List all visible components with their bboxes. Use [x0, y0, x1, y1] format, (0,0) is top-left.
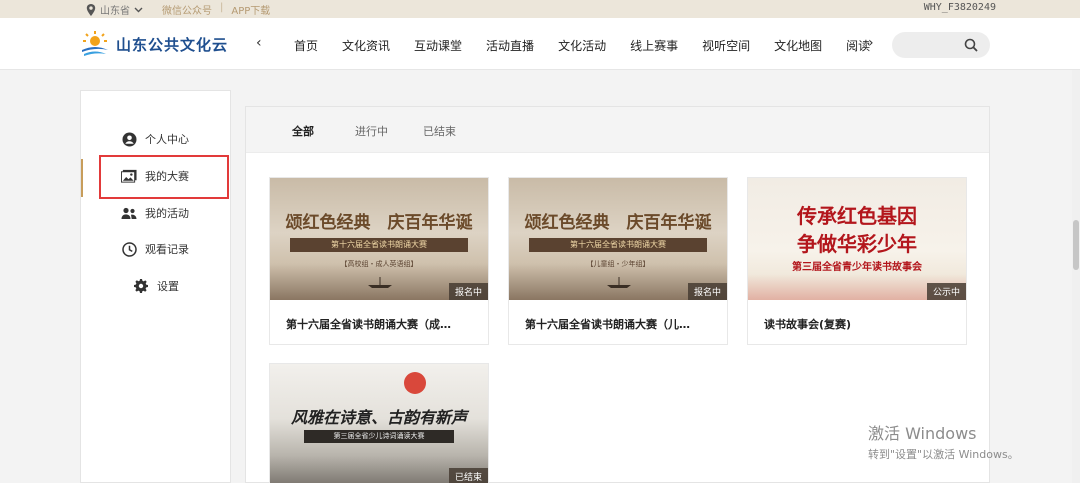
sidebar-item-label: 观看记录: [145, 243, 189, 256]
banner-headline: 颂红色经典 庆百年华诞: [524, 213, 712, 233]
search-box[interactable]: [892, 32, 990, 58]
banner-subtitle: 第十六届全省读书朗诵大赛: [529, 238, 707, 252]
user-circle-icon: [121, 131, 137, 147]
wechat-link[interactable]: 微信公众号: [162, 2, 212, 17]
banner-subtitle: 第三届全省少儿诗词诵读大赛: [304, 430, 454, 443]
contest-card[interactable]: 颂红色经典 庆百年华诞 第十六届全省读书朗诵大赛 【儿童组・少年组】 报名中 第…: [508, 177, 728, 345]
contest-card[interactable]: 颂红色经典 庆百年华诞 第十六届全省读书朗诵大赛 【高校组・成人英语组】 报名中…: [269, 177, 489, 345]
windows-activation-watermark: 激活 Windows 转到"设置"以激活 Windows。: [868, 420, 1019, 462]
contest-banner: 颂红色经典 庆百年华诞 第十六届全省读书朗诵大赛 【高校组・成人英语组】 报名中: [270, 178, 488, 300]
top-strip: 山东省 微信公众号 | APP下载 WHY_F3820249: [0, 0, 1080, 18]
logo-mark-icon: [82, 31, 108, 56]
banner-subtitle: 第三届全省青少年读书故事会: [792, 262, 922, 273]
search-icon[interactable]: [964, 38, 978, 52]
sidebar-item-profile[interactable]: 个人中心: [121, 131, 189, 147]
site-logo[interactable]: 山东公共文化云: [80, 30, 228, 58]
contest-title[interactable]: 第十六届全省读书朗诵大赛（成…: [286, 316, 476, 332]
province-label: 山东省: [100, 6, 130, 17]
gallery-icon: [121, 168, 137, 184]
divider: |: [220, 2, 224, 13]
active-indicator: [81, 159, 83, 197]
watermark-line-1: 激活 Windows: [868, 424, 977, 443]
tab-ongoing[interactable]: 进行中: [355, 123, 388, 139]
people-icon: [121, 205, 137, 221]
sidebar-item-label: 我的活动: [145, 207, 189, 220]
boat-icon: [607, 277, 631, 288]
main-header: 山东公共文化云 ‹ 首页 文化资讯 互动课堂 活动直播 文化活动 线上赛事 视听…: [0, 18, 1080, 70]
contest-title[interactable]: 读书故事会(复赛): [764, 316, 954, 332]
nav-item-media[interactable]: 视听空间: [702, 37, 750, 54]
nav-item-live[interactable]: 活动直播: [486, 37, 534, 54]
status-badge: 报名中: [687, 283, 727, 300]
contest-card[interactable]: 传承红色基因 争做华彩少年 第三届全省青少年读书故事会 公示中 读书故事会(复赛…: [747, 177, 967, 345]
nav-item-news[interactable]: 文化资讯: [342, 37, 390, 54]
contest-card[interactable]: 风雅在诗意、古韵有新声 第三届全省少儿诗词诵读大赛 已结束: [269, 363, 489, 483]
clock-icon: [121, 241, 137, 257]
chevron-down-icon: [134, 7, 143, 12]
nav-item-map[interactable]: 文化地图: [774, 37, 822, 54]
nav-prev-arrow[interactable]: ‹: [256, 35, 262, 51]
province-selector[interactable]: 山东省: [86, 2, 143, 17]
watermark-line-2: 转到"设置"以激活 Windows。: [868, 448, 1019, 461]
boat-icon: [368, 277, 392, 288]
status-badge: 公示中: [926, 283, 966, 300]
contest-title[interactable]: 第十六届全省读书朗诵大赛（儿…: [525, 316, 715, 332]
status-badge: 报名中: [448, 283, 488, 300]
page-scrollbar[interactable]: [1072, 70, 1080, 483]
sidebar-item-my-contests[interactable]: 我的大赛: [121, 168, 189, 184]
nav-item-activities[interactable]: 文化活动: [558, 37, 606, 54]
banner-group: 【高校组・成人英语组】: [340, 260, 418, 268]
nav-item-contests[interactable]: 线上赛事: [630, 37, 678, 54]
banner-subtitle: 第十六届全省读书朗诵大赛: [290, 238, 468, 252]
status-badge: 已结束: [448, 468, 488, 483]
banner-headline-1: 传承红色基因: [797, 204, 917, 228]
contest-banner: 颂红色经典 庆百年华诞 第十六届全省读书朗诵大赛 【儿童组・少年组】 报名中: [509, 178, 727, 300]
status-tabs: 全部 进行中 已结束: [246, 107, 989, 153]
contest-banner: 传承红色基因 争做华彩少年 第三届全省青少年读书故事会 公示中: [748, 178, 966, 300]
banner-headline-2: 争做华彩少年: [797, 232, 917, 256]
sidebar-item-my-activities[interactable]: 我的活动: [121, 205, 189, 221]
main-nav: 首页 文化资讯 互动课堂 活动直播 文化活动 线上赛事 视听空间 文化地图 阅读: [294, 37, 870, 54]
tab-ended[interactable]: 已结束: [423, 123, 456, 139]
nav-item-classroom[interactable]: 互动课堂: [414, 37, 462, 54]
gear-icon: [133, 278, 149, 294]
nav-next-arrow[interactable]: ›: [868, 35, 874, 51]
logo-text: 山东公共文化云: [116, 35, 229, 54]
scrollbar-thumb[interactable]: [1073, 220, 1079, 270]
sidebar-item-label: 个人中心: [145, 133, 189, 146]
user-id[interactable]: WHY_F3820249: [924, 2, 996, 13]
sun-decoration: [404, 372, 426, 394]
app-download-link[interactable]: APP下载: [231, 2, 270, 17]
banner-headline: 颂红色经典 庆百年华诞: [285, 213, 473, 233]
banner-headline: 风雅在诗意、古韵有新声: [290, 408, 467, 427]
sidebar-item-label: 设置: [157, 280, 179, 293]
sidebar-item-label: 我的大赛: [145, 170, 189, 183]
sidebar-item-history[interactable]: 观看记录: [121, 241, 189, 257]
location-pin-icon: [86, 3, 96, 16]
nav-item-reading[interactable]: 阅读: [846, 37, 870, 54]
contest-banner: 风雅在诗意、古韵有新声 第三届全省少儿诗词诵读大赛 已结束: [270, 364, 488, 483]
user-sidebar: 个人中心 我的大赛 我的活动 观看记录 设置: [80, 90, 231, 483]
tab-all[interactable]: 全部: [292, 123, 314, 139]
sidebar-item-settings[interactable]: 设置: [133, 278, 179, 294]
nav-item-home[interactable]: 首页: [294, 37, 318, 54]
banner-group: 【儿童组・少年组】: [586, 260, 650, 268]
